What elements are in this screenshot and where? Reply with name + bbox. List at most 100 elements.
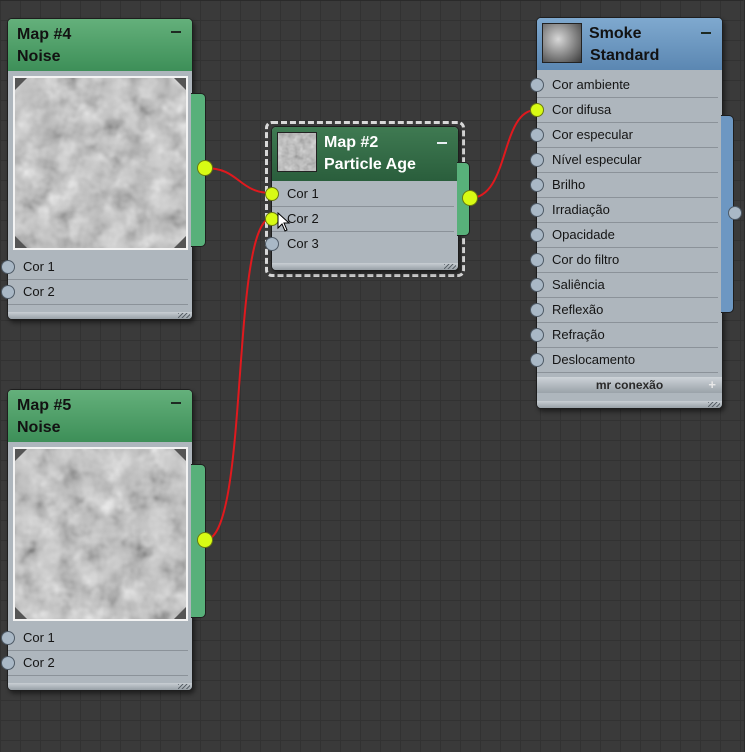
node-type: Noise [17, 48, 61, 65]
minus-icon[interactable] [701, 32, 711, 34]
node-map2-particle-age[interactable]: Map #2 Particle Age Cor 1 Cor 2 Cor 3 [265, 126, 459, 271]
input-socket-row[interactable]: Cor 1 [265, 182, 454, 207]
input-socket-row[interactable]: Cor 1 [1, 255, 188, 280]
preview-corner [174, 607, 186, 619]
input-socket-row[interactable]: Refração [530, 323, 718, 348]
node-type: Particle Age [324, 156, 416, 173]
input-socket-row[interactable]: Cor especular [530, 123, 718, 148]
node-header[interactable]: Map #4 Noise [8, 19, 192, 71]
mr-connection-rollout[interactable]: mr conexão + [537, 377, 722, 393]
resize-grip[interactable] [537, 401, 722, 408]
input-socket[interactable] [1, 260, 15, 274]
plus-icon[interactable]: + [708, 377, 716, 393]
input-socket[interactable] [265, 237, 279, 251]
node-header[interactable]: Smoke Standard [537, 18, 722, 70]
input-socket[interactable] [530, 228, 544, 242]
resize-grip[interactable] [8, 312, 192, 319]
noise-preview [13, 76, 188, 250]
input-socket-row[interactable]: Cor 2 [1, 280, 188, 305]
preview-corner [15, 236, 27, 248]
preview-corner [15, 607, 27, 619]
material-sphere-thumbnail [542, 23, 582, 63]
input-socket[interactable] [530, 278, 544, 292]
top-border [0, 0, 743, 1]
socket-label: Cor 2 [287, 211, 319, 226]
socket-label: Cor especular [552, 127, 633, 142]
input-socket-row[interactable]: Irradiação [530, 198, 718, 223]
resize-handle-icon [708, 402, 720, 407]
input-socket-row[interactable]: Reflexão [530, 298, 718, 323]
input-socket-row[interactable]: Brilho [530, 173, 718, 198]
socket-label: Opacidade [552, 227, 615, 242]
socket-label: Reflexão [552, 302, 604, 317]
node-title: Map #4 [17, 26, 72, 43]
input-socket[interactable] [530, 203, 544, 217]
input-socket[interactable] [530, 153, 544, 167]
node-type: Noise [17, 419, 61, 436]
input-socket[interactable] [1, 631, 15, 645]
socket-label: Deslocamento [552, 352, 636, 367]
output-socket[interactable] [197, 160, 213, 176]
resize-handle-icon [178, 684, 190, 689]
minus-icon[interactable] [171, 402, 181, 404]
preview-corner [15, 78, 27, 90]
socket-label: Nível especular [552, 152, 642, 167]
wire-map5-to-map2-cor2 [204, 217, 273, 541]
node-title: Map #2 [324, 134, 379, 151]
input-socket-row[interactable]: Cor do filtro [530, 248, 718, 273]
node-smoke-standard[interactable]: Smoke Standard Cor ambiente Cor difusa C… [530, 17, 723, 409]
socket-label: Brilho [552, 177, 586, 192]
preview-corner [15, 449, 27, 461]
input-socket[interactable] [1, 656, 15, 670]
node-header[interactable]: Map #5 Noise [8, 390, 192, 442]
input-socket-connected[interactable] [530, 103, 544, 117]
input-socket[interactable] [530, 253, 544, 267]
node-map4-noise[interactable]: Map #4 Noise Cor 1 Cor 2 [1, 18, 193, 320]
noise-preview [13, 447, 188, 621]
input-socket-row[interactable]: Opacidade [530, 223, 718, 248]
node-header[interactable]: Map #2 Particle Age [272, 127, 458, 181]
output-socket[interactable] [462, 190, 478, 206]
input-socket-row[interactable]: Deslocamento [530, 348, 718, 373]
resize-grip[interactable] [272, 263, 458, 270]
input-socket[interactable] [530, 178, 544, 192]
output-socket[interactable] [728, 206, 742, 220]
input-socket[interactable] [530, 78, 544, 92]
input-socket[interactable] [530, 353, 544, 367]
socket-label: Refração [552, 327, 605, 342]
arrow-cursor-icon [277, 212, 291, 232]
node-map5-noise[interactable]: Map #5 Noise Cor 1 Cor 2 [1, 389, 193, 691]
preview-corner [174, 78, 186, 90]
resize-grip[interactable] [8, 683, 192, 690]
node-type: Standard [590, 47, 660, 64]
input-socket-row[interactable]: Cor 1 [1, 626, 188, 651]
input-socket[interactable] [530, 128, 544, 142]
input-socket-row[interactable]: Nível especular [530, 148, 718, 173]
thumbnail-texture [278, 133, 316, 171]
input-socket-row[interactable]: Cor 2 [265, 207, 454, 232]
socket-label: Cor 1 [23, 259, 55, 274]
rollout-label: mr conexão [595, 378, 664, 392]
socket-label: Cor 3 [287, 236, 319, 251]
input-socket-row[interactable]: Cor ambiente [530, 73, 718, 98]
input-socket-row[interactable]: Saliência [530, 273, 718, 298]
wire-map2-to-smoke-cor-difusa [469, 109, 537, 199]
input-socket-row[interactable]: Cor difusa [530, 98, 718, 123]
minus-icon[interactable] [171, 31, 181, 33]
socket-label: Cor ambiente [552, 77, 631, 92]
input-socket[interactable] [530, 328, 544, 342]
input-socket-row[interactable]: Cor 2 [1, 651, 188, 676]
node-title: Map #5 [17, 397, 72, 414]
noise-texture [15, 78, 186, 248]
socket-label: Irradiação [552, 202, 610, 217]
input-socket-row[interactable]: Cor 3 [265, 232, 454, 257]
socket-label: Cor do filtro [552, 252, 620, 267]
minus-icon[interactable] [437, 142, 447, 144]
resize-handle-icon [178, 313, 190, 318]
input-socket[interactable] [530, 303, 544, 317]
output-socket[interactable] [197, 532, 213, 548]
particle-age-thumbnail [277, 132, 317, 172]
input-socket-connected[interactable] [265, 187, 279, 201]
preview-corner [174, 236, 186, 248]
input-socket[interactable] [1, 285, 15, 299]
